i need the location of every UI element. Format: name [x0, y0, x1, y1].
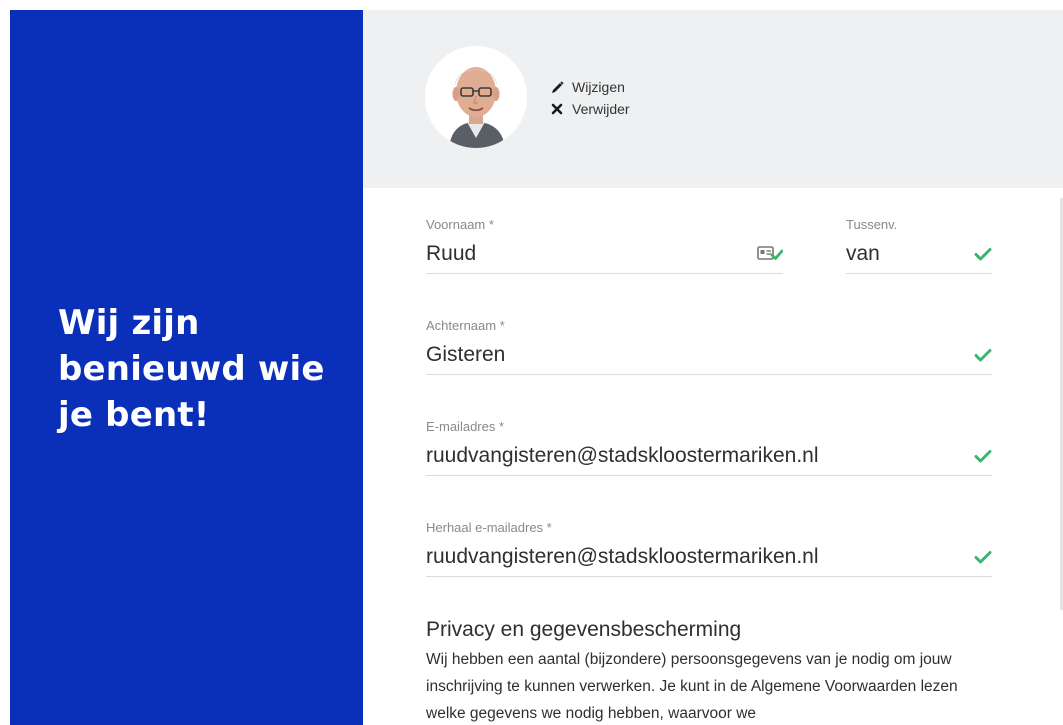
avatar-portrait — [425, 46, 527, 148]
last-name-label: Achternaam * — [426, 318, 505, 333]
email-input[interactable]: ruudvangisteren@stadskloostermariken.nl — [426, 436, 992, 476]
infix-field: Tussenv. van — [846, 216, 992, 274]
first-name-value: Ruud — [426, 241, 477, 265]
email-label: E-mailadres * — [426, 419, 505, 434]
first-name-field: Voornaam * Ruud — [426, 216, 783, 274]
privacy-title: Privacy en gegevensbescherming — [426, 618, 742, 641]
email-repeat-value: ruudvangisteren@stadskloostermariken.nl — [426, 544, 819, 568]
checkmark-icon — [974, 349, 992, 362]
profile-form-panel: Wijzigen Verwijder Voornaam * Ruud Tusse… — [363, 10, 1063, 725]
infix-input[interactable]: van — [846, 234, 992, 274]
hero-panel: Wij zijn benieuwd wie je bent! — [10, 10, 363, 725]
photo-actions: Wijzigen Verwijder — [551, 76, 630, 120]
last-name-input[interactable]: Gisteren — [426, 335, 992, 375]
checkmark-icon — [974, 551, 992, 564]
last-name-value: Gisteren — [426, 342, 506, 366]
avatar — [425, 46, 527, 148]
email-repeat-field: Herhaal e-mailadres * ruudvangisteren@st… — [426, 519, 992, 577]
email-value: ruudvangisteren@stadskloostermariken.nl — [426, 443, 819, 467]
first-name-label: Voornaam * — [426, 217, 494, 232]
checkmark-icon — [974, 450, 992, 463]
checkmark-icon — [974, 248, 992, 261]
pencil-icon — [551, 80, 567, 94]
id-card-check-icon — [757, 246, 783, 260]
last-name-field: Achternaam * Gisteren — [426, 317, 992, 375]
email-repeat-label: Herhaal e-mailadres * — [426, 520, 552, 535]
remove-photo-button[interactable]: Verwijder — [551, 98, 630, 120]
infix-value: van — [846, 241, 880, 265]
infix-label: Tussenv. — [846, 217, 898, 232]
privacy-body: Wij hebben een aantal (bijzondere) perso… — [426, 651, 958, 722]
photo-section: Wijzigen Verwijder — [363, 10, 1063, 188]
remove-photo-label: Verwijder — [572, 101, 630, 117]
privacy-section: Privacy en gegevensbescherming Wij hebbe… — [426, 616, 986, 725]
first-name-input[interactable]: Ruud — [426, 234, 783, 274]
email-repeat-input[interactable]: ruudvangisteren@stadskloostermariken.nl — [426, 537, 992, 577]
hero-heading: Wij zijn benieuwd wie je bent! — [58, 303, 325, 435]
edit-photo-label: Wijzigen — [572, 79, 625, 95]
edit-photo-button[interactable]: Wijzigen — [551, 76, 630, 98]
email-field: E-mailadres * ruudvangisteren@stadskloos… — [426, 418, 992, 476]
close-icon — [551, 103, 567, 115]
